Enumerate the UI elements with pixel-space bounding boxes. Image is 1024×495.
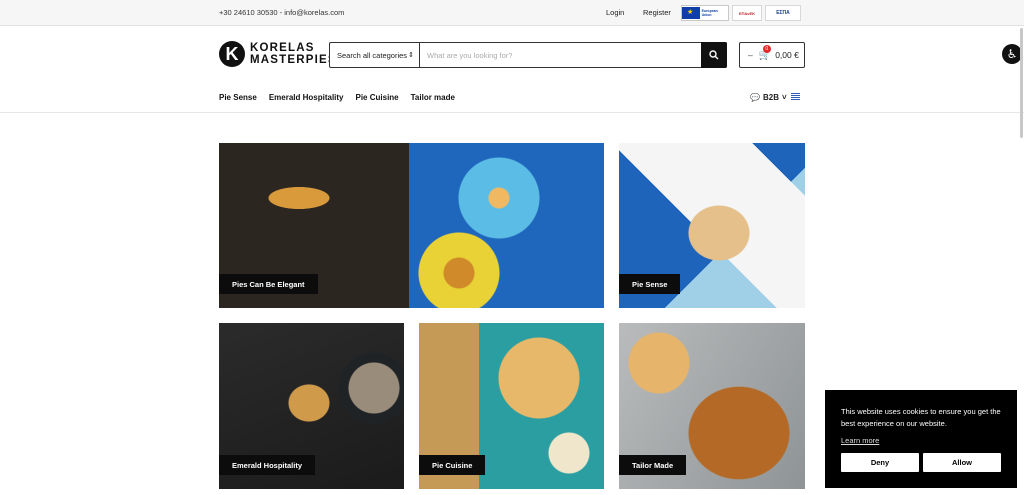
deny-button[interactable]: Deny bbox=[841, 453, 919, 472]
top-bar: +30 24610 30530 - info@korelas.com Login… bbox=[0, 0, 1024, 26]
search-button[interactable] bbox=[701, 42, 727, 68]
b2b-menu[interactable]: 💬 B2B ˅ bbox=[750, 93, 787, 102]
category-tile-tailor-made[interactable]: Tailor Made bbox=[619, 323, 805, 489]
select-arrows-icon: ⇕ bbox=[408, 52, 414, 59]
category-tile-pie-sense[interactable]: Pie Sense bbox=[619, 143, 805, 308]
cookie-banner: This website uses cookies to ensure you … bbox=[825, 390, 1017, 488]
tile-label: Pies Can Be Elegant bbox=[219, 274, 318, 294]
nav-item-pie-sense[interactable]: Pie Sense bbox=[219, 93, 257, 102]
nav-item-tailor-made[interactable]: Tailor made bbox=[411, 93, 455, 102]
search-input[interactable] bbox=[420, 43, 701, 67]
scrollbar[interactable] bbox=[1020, 28, 1023, 138]
chevron-down-icon: ˅ bbox=[781, 93, 787, 102]
chat-icon: 💬 bbox=[750, 93, 760, 102]
eu-flag-logo: European Union bbox=[681, 5, 729, 21]
register-link[interactable]: Register bbox=[643, 8, 671, 17]
category-select[interactable]: Search all categories ⇕ bbox=[330, 43, 420, 67]
category-tile-emerald-hospitality[interactable]: Emerald Hospitality bbox=[219, 323, 404, 489]
login-link[interactable]: Login bbox=[606, 8, 624, 17]
allow-button[interactable]: Allow bbox=[923, 453, 1001, 472]
nav-item-pie-cuisine[interactable]: Pie Cuisine bbox=[356, 93, 399, 102]
cart-count-badge: 0 bbox=[762, 44, 771, 53]
accessibility-icon[interactable]: ♿ bbox=[1002, 44, 1022, 64]
cart-icon: 🛒 0 bbox=[758, 44, 772, 61]
search-icon bbox=[709, 50, 719, 60]
tile-label: Pie Cuisine bbox=[419, 455, 486, 475]
eu-flag-icon bbox=[682, 7, 700, 19]
tile-label: Pie Sense bbox=[619, 274, 681, 294]
epanek-logo: ΕΠΑνΕΚ bbox=[732, 5, 762, 21]
main-nav: Pie Sense Emerald Hospitality Pie Cuisin… bbox=[219, 93, 455, 102]
tile-label: Tailor Made bbox=[619, 455, 687, 475]
search-bar: Search all categories ⇕ bbox=[329, 42, 727, 68]
site-logo[interactable]: K KORELAS MASTERPIES bbox=[219, 41, 337, 67]
logo-line-1: KORELAS bbox=[250, 42, 315, 54]
cart-button[interactable]: – 🛒 0 0,00 € bbox=[739, 42, 805, 68]
category-select-label: Search all categories bbox=[337, 50, 408, 60]
funding-logos: European Union ΕΠΑνΕΚ ΕΣΠΑ bbox=[681, 5, 801, 21]
category-tile-pie-cuisine[interactable]: Pie Cuisine bbox=[419, 323, 604, 489]
learn-more-link[interactable]: Learn more bbox=[841, 436, 879, 445]
b2b-label: B2B bbox=[762, 93, 779, 102]
tile-label: Emerald Hospitality bbox=[219, 455, 316, 475]
category-tile-pies-can-be-elegant[interactable]: Pies Can Be Elegant bbox=[219, 143, 604, 308]
cookie-buttons: Deny Allow bbox=[841, 453, 1001, 472]
cart-total: 0,00 € bbox=[775, 50, 799, 60]
cart-divider: – bbox=[748, 50, 753, 60]
espa-logo: ΕΣΠΑ bbox=[765, 5, 801, 21]
contact-info: +30 24610 30530 - info@korelas.com bbox=[219, 8, 345, 17]
logo-mark: K bbox=[219, 41, 245, 67]
site-header: K KORELAS MASTERPIES Search all categori… bbox=[0, 27, 1024, 113]
language-flag-icon[interactable] bbox=[791, 93, 800, 100]
nav-item-emerald-hospitality[interactable]: Emerald Hospitality bbox=[269, 93, 344, 102]
cookie-message: This website uses cookies to ensure you … bbox=[841, 407, 1001, 428]
logo-text: KORELAS MASTERPIES bbox=[250, 42, 337, 66]
logo-line-2: MASTERPIES bbox=[250, 54, 337, 66]
